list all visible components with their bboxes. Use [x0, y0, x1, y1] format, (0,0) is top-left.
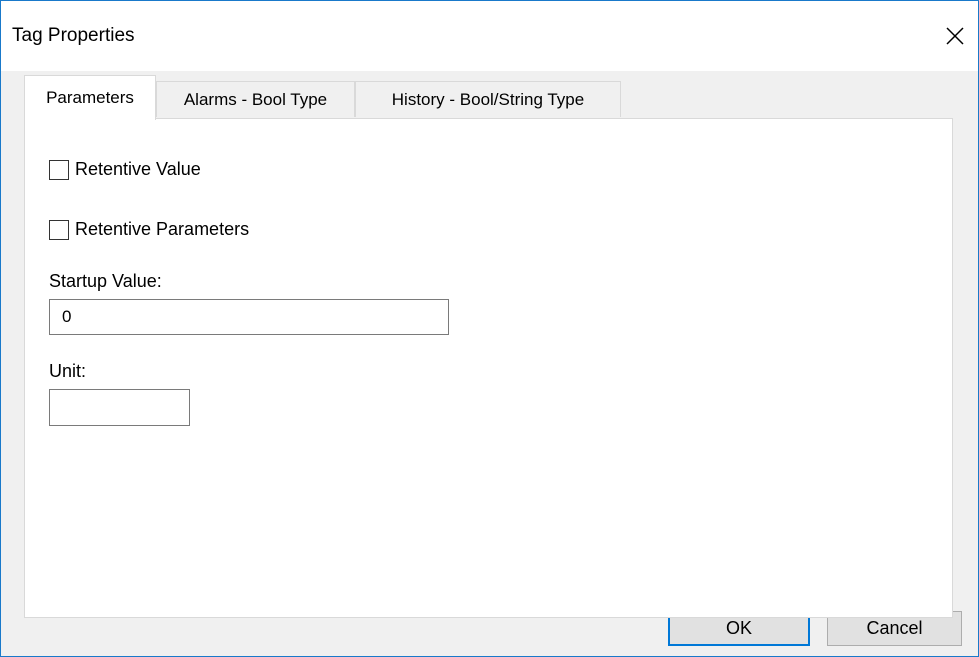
close-icon[interactable]: [932, 13, 978, 59]
retentive-parameters-label: Retentive Parameters: [75, 219, 250, 239]
close-glyph: [946, 27, 964, 45]
startup-value-input[interactable]: [49, 299, 449, 335]
retentive-value-option[interactable]: Retentive Value: [49, 159, 201, 180]
unit-label: Unit:: [49, 361, 87, 381]
retentive-value-label: Retentive Value: [75, 159, 201, 179]
startup-value-label: Startup Value:: [49, 271, 162, 291]
retentive-parameters-option[interactable]: Retentive Parameters: [49, 219, 249, 240]
parameters-tab-panel: Retentive Value Retentive Parameters Sta…: [24, 118, 953, 618]
tab-alarms-bool-type[interactable]: Alarms - Bool Type: [156, 81, 355, 117]
window-title: Tag Properties: [12, 25, 135, 46]
tab-history-bool-string-type[interactable]: History - Bool/String Type: [355, 81, 621, 117]
tab-parameters-label: Parameters: [46, 88, 134, 107]
title-bar: Tag Properties: [1, 1, 978, 71]
retentive-parameters-checkbox[interactable]: [49, 219, 69, 240]
unit-input[interactable]: [49, 389, 190, 426]
tab-history-label: History - Bool/String Type: [391, 89, 585, 109]
tab-alarms-label: Alarms - Bool Type: [183, 89, 328, 109]
tag-properties-dialog: Tag Properties Parameters Alarms - Bool …: [0, 0, 979, 657]
tab-parameters[interactable]: Parameters: [24, 75, 156, 120]
retentive-value-checkbox[interactable]: [49, 159, 69, 180]
